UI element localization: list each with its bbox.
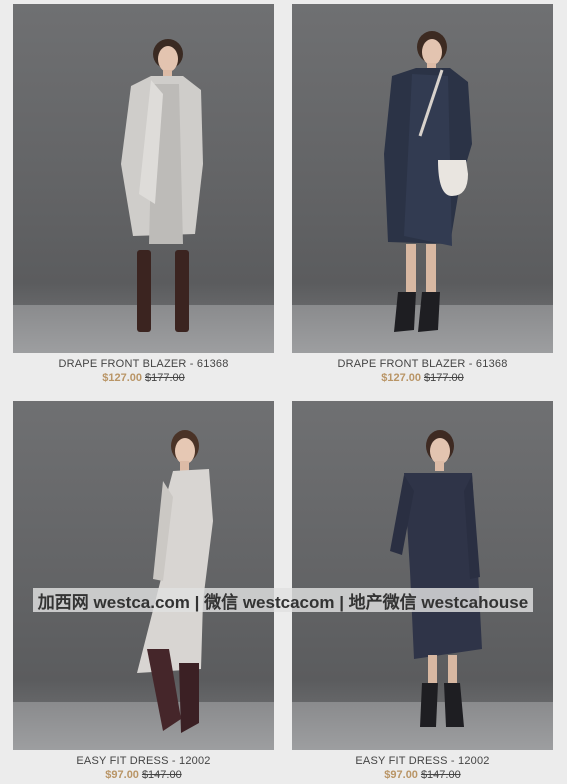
product-image[interactable] bbox=[292, 401, 553, 750]
product-card[interactable]: DRAPE FRONT BLAZER - 61368 $127.00 $177.0… bbox=[13, 4, 274, 384]
price-row: $97.00 $147.00 bbox=[13, 769, 274, 781]
sale-price: $127.00 bbox=[102, 372, 142, 384]
product-title[interactable]: EASY FIT DRESS - 12002 bbox=[292, 755, 553, 767]
original-price: $147.00 bbox=[141, 769, 182, 781]
product-title[interactable]: EASY FIT DRESS - 12002 bbox=[13, 755, 274, 767]
watermark-banner: 加西网 westca.com | 微信 westcacom | 地产微信 wes… bbox=[33, 588, 533, 612]
sale-price: $127.00 bbox=[381, 372, 421, 384]
product-image[interactable] bbox=[13, 401, 274, 750]
model-navy-blazer-photo bbox=[384, 31, 472, 332]
product-title[interactable]: DRAPE FRONT BLAZER - 61368 bbox=[292, 358, 553, 370]
original-price: $177.00 bbox=[145, 372, 185, 384]
product-image[interactable] bbox=[13, 4, 274, 353]
product-card[interactable]: DRAPE FRONT BLAZER - 61368 $127.00 $177.0… bbox=[292, 4, 553, 384]
sale-price: $97.00 bbox=[384, 769, 418, 781]
sale-price: $97.00 bbox=[105, 769, 139, 781]
model-light-dress-photo bbox=[137, 430, 213, 733]
price-row: $97.00 $147.00 bbox=[292, 769, 553, 781]
original-price: $177.00 bbox=[424, 372, 464, 384]
original-price: $147.00 bbox=[420, 769, 461, 781]
product-title[interactable]: DRAPE FRONT BLAZER - 61368 bbox=[13, 358, 274, 370]
price-row: $127.00 $177.00 bbox=[292, 372, 553, 384]
product-image[interactable] bbox=[292, 4, 553, 353]
model-navy-dress-photo bbox=[390, 430, 482, 727]
price-row: $127.00 $177.00 bbox=[13, 372, 274, 384]
model-light-blazer-photo bbox=[121, 39, 203, 332]
